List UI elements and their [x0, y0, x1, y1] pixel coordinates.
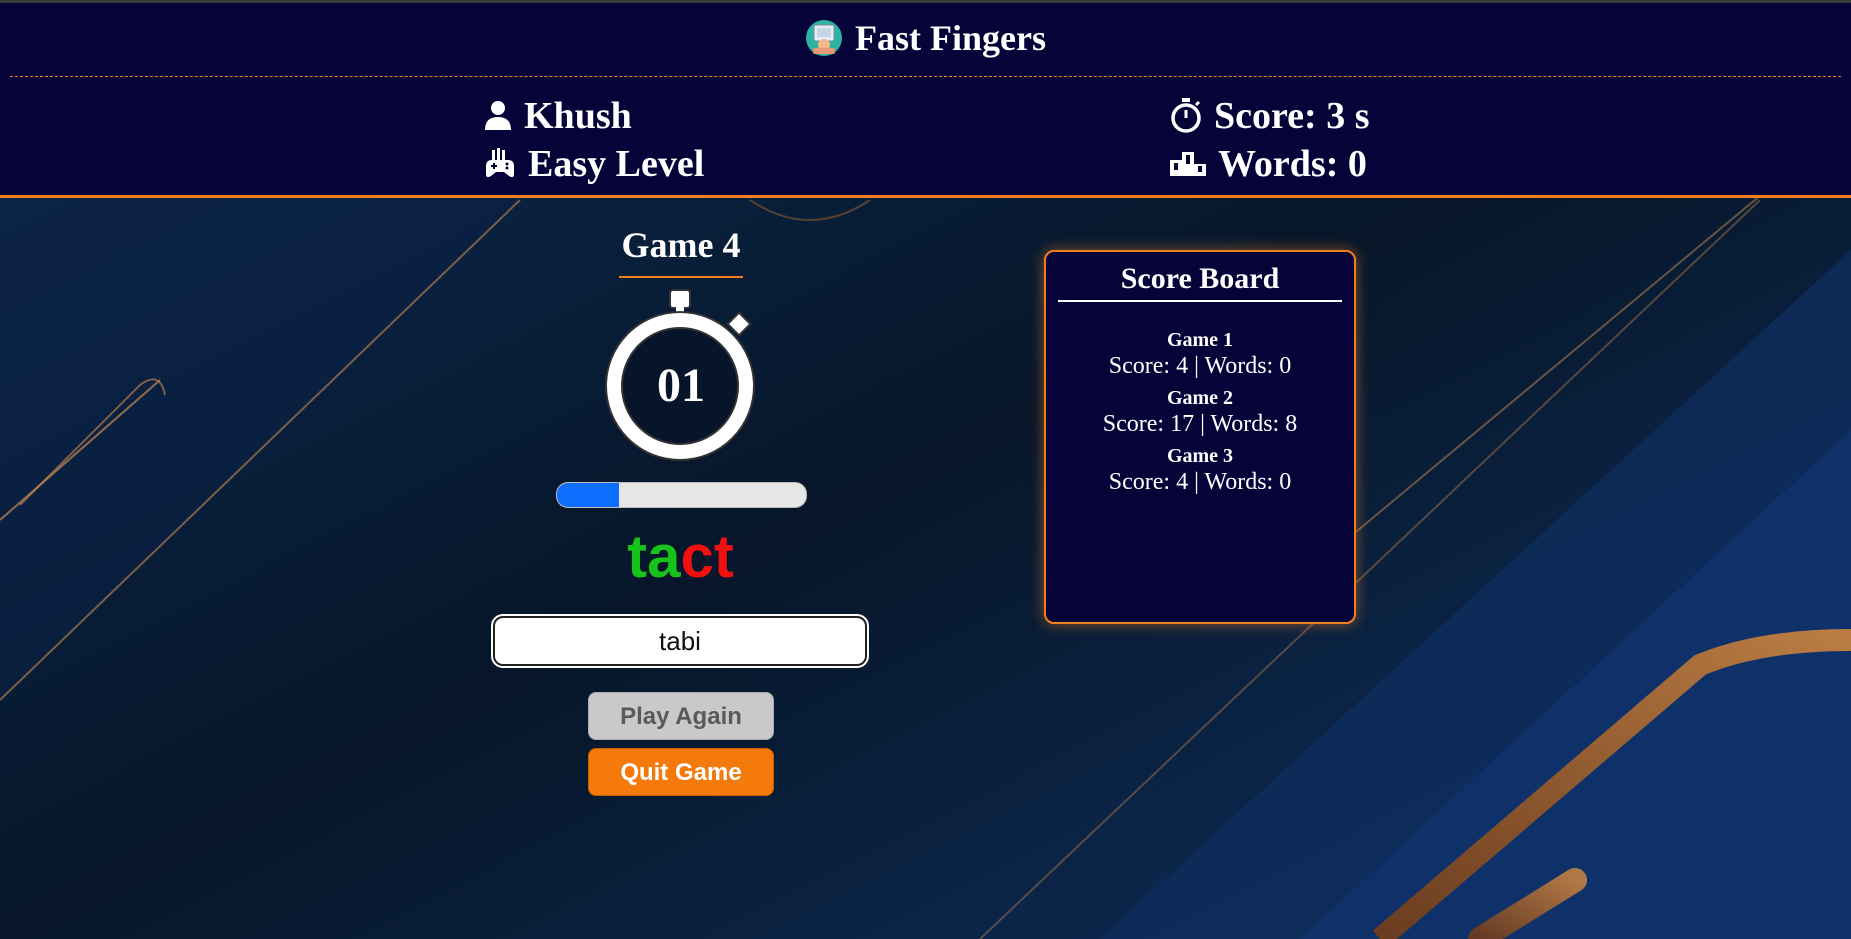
- words-row: Words: 0: [1170, 142, 1367, 186]
- gamepad-icon: [486, 148, 514, 178]
- score-entry: Game 2 Score: 17 | Words: 8: [1046, 386, 1354, 438]
- score-entry: Game 3 Score: 4 | Words: 0: [1046, 444, 1354, 496]
- play-again-button[interactable]: Play Again: [588, 692, 774, 740]
- score-board: Score Board Game 1 Score: 4 | Words: 0 G…: [1044, 250, 1356, 624]
- target-word: tact: [556, 522, 805, 591]
- level-row: Easy Level: [484, 142, 704, 186]
- score-value: Score: 3 s: [1214, 95, 1370, 137]
- podium-icon: [1170, 152, 1206, 176]
- words-value: Words: 0: [1218, 143, 1367, 185]
- score-entry-stat: Score: 4 | Words: 0: [1108, 469, 1292, 495]
- player-name: Khush: [524, 95, 632, 137]
- time-progress-bar: [556, 482, 807, 508]
- divider: [10, 76, 1841, 77]
- score-entry-name: Game 2: [1166, 387, 1234, 409]
- progress-fill: [557, 483, 620, 507]
- typing-person-logo: [806, 20, 843, 56]
- score-board-title: Score Board: [1058, 262, 1342, 302]
- user-icon: [485, 101, 511, 130]
- score-entry-stat: Score: 17 | Words: 8: [1102, 411, 1298, 437]
- game-title: Game 4: [619, 224, 743, 278]
- typing-input[interactable]: [491, 614, 869, 668]
- score-board-list: Game 1 Score: 4 | Words: 0 Game 2 Score:…: [1046, 328, 1354, 496]
- top-bar: Fast Fingers Khush Easy Level Score: 3 s…: [0, 0, 1851, 198]
- timer-value: 01: [657, 359, 705, 412]
- app-title: Fast Fingers: [855, 18, 1046, 58]
- score-row: Score: 3 s: [1170, 94, 1370, 138]
- score-entry-name: Game 1: [1166, 329, 1234, 351]
- score-entry: Game 1 Score: 4 | Words: 0: [1046, 328, 1354, 380]
- score-entry-stat: Score: 4 | Words: 0: [1108, 353, 1292, 379]
- level-label: Easy Level: [528, 143, 705, 185]
- stopwatch-icon: [1171, 98, 1201, 133]
- quit-game-button[interactable]: Quit Game: [588, 748, 774, 796]
- player-name-row: Khush: [484, 94, 632, 138]
- word-wrong-part: ct: [680, 523, 734, 590]
- score-entry-name: Game 3: [1166, 445, 1234, 467]
- app-brand: Fast Fingers: [0, 17, 1851, 59]
- word-correct-part: ta: [627, 523, 681, 590]
